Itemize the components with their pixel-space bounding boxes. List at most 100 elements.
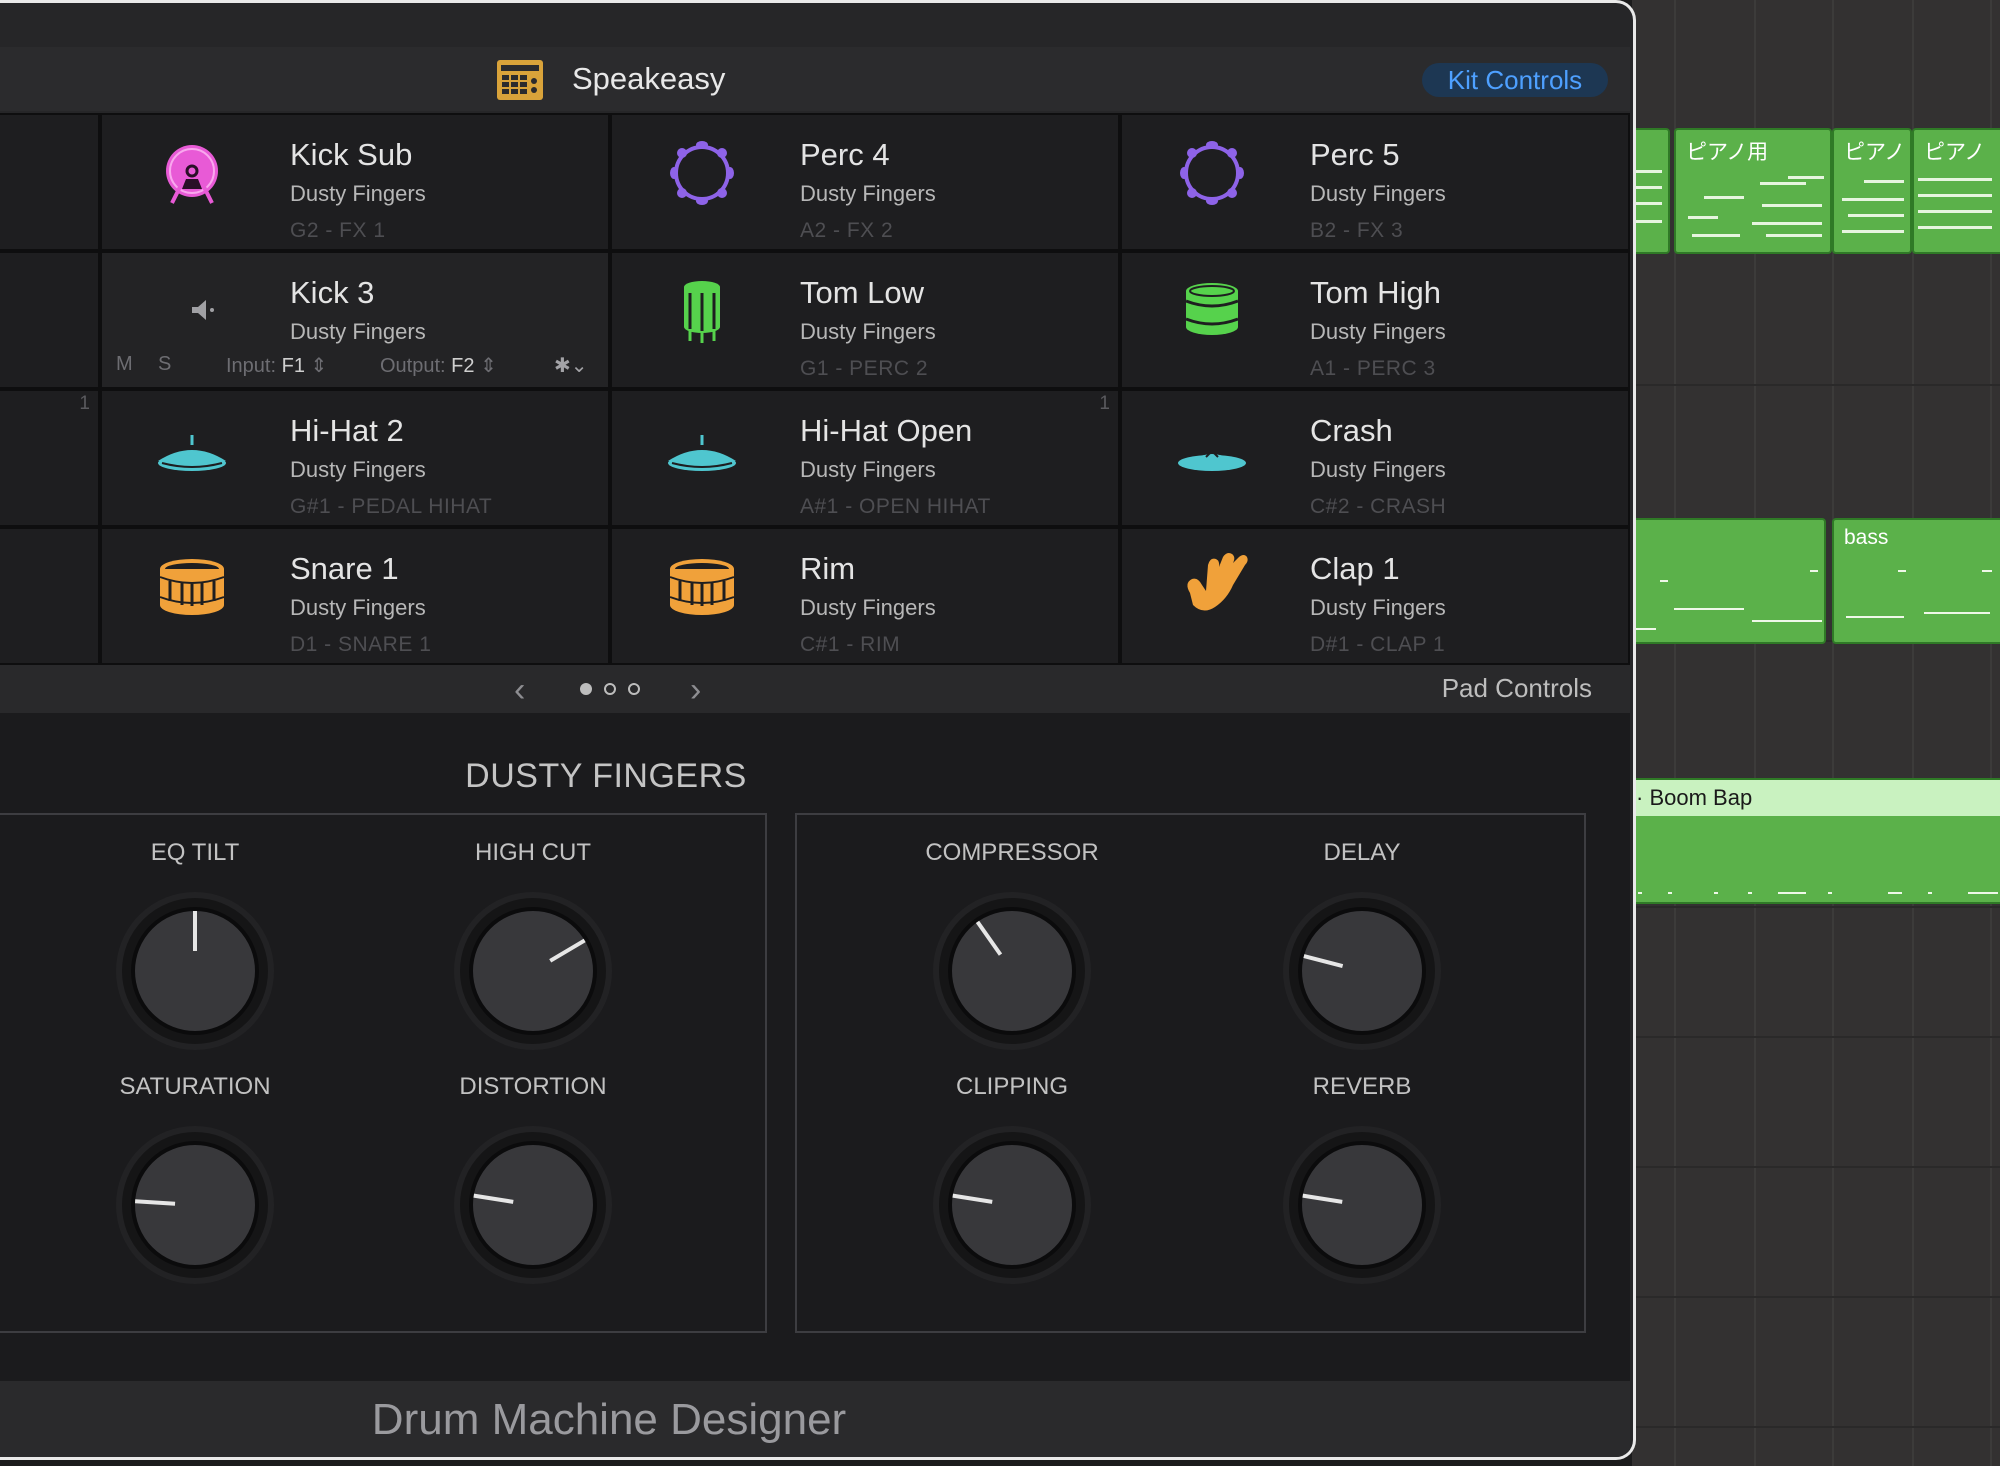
pad-note: A2 - FX 2 <box>800 219 894 242</box>
pad-kit: Dusty Fingers <box>1310 319 1446 344</box>
pad-hi-hat-2[interactable]: Hi-Hat 2 Dusty Fingers G#1 - PEDAL HIHAT <box>102 391 608 525</box>
input-select[interactable]: Input: F1 ⇕ <box>226 353 327 378</box>
arrange-area: ピアノ用 ピアノ ピアノ bass · Boom Bap <box>1626 0 2000 1466</box>
pad-name: Kick 3 <box>290 275 375 310</box>
pad-perc-5[interactable]: Perc 5 Dusty Fingers B2 - FX 3 <box>1122 115 1628 249</box>
pad-name: Snare 1 <box>290 551 399 586</box>
gear-menu-icon[interactable]: ✱⌄ <box>554 353 588 378</box>
pad-note: A#1 - OPEN HIHAT <box>800 495 991 518</box>
knob-label: DISTORTION <box>459 1073 607 1100</box>
pad-note: G2 - FX 1 <box>290 219 386 242</box>
pad-note: C#2 - CRASH <box>1310 495 1447 518</box>
midi-region[interactable]: ピアノ <box>1912 128 2000 254</box>
rotary-knob[interactable] <box>450 888 616 1054</box>
pad-kit: Dusty Fingers <box>290 457 426 482</box>
rotary-knob[interactable] <box>929 888 1095 1054</box>
knob-indicator <box>134 1199 176 1206</box>
pad-rim[interactable]: Rim Dusty Fingers C#1 - RIM <box>612 529 1118 663</box>
rotary-knob[interactable] <box>450 1122 616 1288</box>
solo-button[interactable]: S <box>158 353 171 376</box>
pad-badge: 1 <box>1099 393 1110 414</box>
region-label: bass <box>1844 526 1889 549</box>
section-title: DUSTY FINGERS <box>465 757 747 795</box>
pad-name: Crash <box>1310 413 1393 448</box>
kit-name[interactable]: Speakeasy <box>572 61 725 97</box>
pad-kit: Dusty Fingers <box>1310 457 1446 482</box>
pad-name: Rim <box>800 551 856 586</box>
rotary-knob[interactable] <box>1279 888 1445 1054</box>
tom-drum-icon <box>1185 283 1239 335</box>
plugin-footer: Drum Machine Designer <box>0 1381 1630 1457</box>
updown-icon: ⇕ <box>310 355 328 377</box>
pad-kick-sub[interactable]: Kick Sub Dusty Fingers G2 - FX 1 <box>102 115 608 249</box>
kit-controls-panel: DUSTY FINGERS EQ TILT HIGH CUT COMPRESSOR D… <box>0 713 1630 1381</box>
pad-note: A1 - PERC 3 <box>1310 357 1436 380</box>
drummer-region[interactable]: · Boom Bap <box>1626 778 2000 904</box>
pad-note: D#1 - CLAP 1 <box>1310 633 1446 656</box>
rotary-knob[interactable] <box>112 888 278 1054</box>
pad-cell[interactable]: 1 <box>0 391 98 525</box>
pad-kit: Dusty Fingers <box>800 319 936 344</box>
tambourine-icon <box>670 141 734 205</box>
track-divider <box>1632 906 2000 908</box>
kit-controls-button[interactable]: Kit Controls <box>1422 63 1608 97</box>
track-divider <box>1632 1296 2000 1298</box>
pad-kit: Dusty Fingers <box>290 319 426 344</box>
region-label: · Boom Bap <box>1628 780 2000 816</box>
chevron-right-icon[interactable]: › <box>690 671 701 710</box>
pad-name: Hi-Hat Open <box>800 413 973 448</box>
pad-grid: 1 Kick Sub Dusty Fingers G2 - FX 1 Perc … <box>0 113 1630 665</box>
pad-kit: Dusty Fingers <box>800 595 936 620</box>
pad-name: Tom High <box>1310 275 1441 310</box>
midi-region[interactable]: ピアノ用 <box>1674 128 1832 254</box>
pad-name: Perc 4 <box>800 137 890 172</box>
pad-name: Perc 5 <box>1310 137 1400 172</box>
pad-kit: Dusty Fingers <box>800 457 936 482</box>
pad-snare-1[interactable]: Snare 1 Dusty Fingers D1 - SNARE 1 <box>102 529 608 663</box>
pad-kit: Dusty Fingers <box>290 595 426 620</box>
midi-region[interactable]: bass <box>1832 518 2000 644</box>
midi-region[interactable] <box>1626 518 1826 644</box>
knob-label: SATURATION <box>119 1073 271 1100</box>
midi-region[interactable]: ピアノ <box>1832 128 1912 254</box>
page-dot-active[interactable] <box>580 683 592 695</box>
chevron-left-icon[interactable]: ‹ <box>514 671 525 710</box>
rotary-knob[interactable] <box>929 1122 1095 1288</box>
region-label: ピアノ <box>1924 141 1986 164</box>
pad-note: G#1 - PEDAL HIHAT <box>290 495 493 518</box>
updown-icon: ⇕ <box>480 355 497 377</box>
pad-cell[interactable] <box>0 253 98 387</box>
pad-note: D1 - SNARE 1 <box>290 633 432 656</box>
pad-tom-low[interactable]: Tom Low Dusty Fingers G1 - PERC 2 <box>612 253 1118 387</box>
rotary-knob[interactable] <box>1279 1122 1445 1288</box>
knob-label: DELAY <box>1323 839 1401 866</box>
hihat-icon <box>668 435 736 471</box>
pad-name: Kick Sub <box>290 137 413 172</box>
knob-label: EQ TILT <box>150 839 240 866</box>
track-divider <box>1632 1036 2000 1038</box>
pad-crash[interactable]: Crash Dusty Fingers C#2 - CRASH <box>1122 391 1628 525</box>
mute-button[interactable]: M <box>116 353 133 376</box>
pad-hi-hat-open[interactable]: Hi-Hat Open Dusty Fingers A#1 - OPEN HIH… <box>612 391 1118 525</box>
pad-kick-3[interactable]: Kick 3 Dusty Fingers M S Input: F1 ⇕ Out… <box>102 253 608 387</box>
pad-cell[interactable] <box>0 529 98 663</box>
pad-tom-high[interactable]: Tom High Dusty Fingers A1 - PERC 3 <box>1122 253 1628 387</box>
knob-label: CLIPPING <box>955 1073 1069 1100</box>
knob-label: REVERB <box>1312 1073 1412 1100</box>
pad-clap-1[interactable]: Clap 1 Dusty Fingers D#1 - CLAP 1 <box>1122 529 1628 663</box>
pad-perc-4[interactable]: Perc 4 Dusty Fingers A2 - FX 2 <box>612 115 1118 249</box>
pad-cell[interactable] <box>0 115 98 249</box>
hihat-icon <box>158 435 226 471</box>
plugin-title: Drum Machine Designer <box>371 1395 847 1444</box>
pad-note: G1 - PERC 2 <box>800 357 929 380</box>
rotary-knob[interactable] <box>112 1122 278 1288</box>
pad-pager: ‹ › Pad Controls <box>0 665 1630 713</box>
knob-label: COMPRESSOR <box>925 839 1099 866</box>
region-label: ピアノ <box>1844 141 1906 164</box>
kick-drum-icon <box>166 145 218 204</box>
pad-controls-button[interactable]: Pad Controls <box>1442 673 1592 704</box>
cymbal-icon <box>1178 449 1246 471</box>
page-dot[interactable] <box>628 683 640 695</box>
page-dot[interactable] <box>604 683 616 695</box>
output-select[interactable]: Output: F2 ⇕ <box>380 353 497 378</box>
